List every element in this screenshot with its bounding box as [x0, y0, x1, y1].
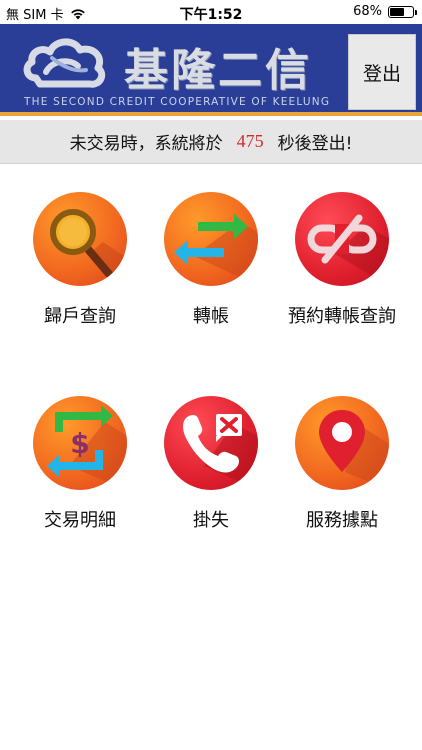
- menu-label: 預約轉帳查詢: [288, 306, 396, 327]
- battery-icon: [388, 5, 417, 18]
- menu-label: 交易明細: [44, 510, 116, 531]
- session-timeout-bar: 未交易時，系統將於 475 秒後登出!: [0, 120, 422, 164]
- status-bar: 無 SIM 卡 下午1:52 68%: [0, 0, 422, 24]
- cloud-logo-icon: [23, 38, 106, 88]
- timeout-countdown: 475: [236, 131, 264, 151]
- menu-label: 掛失: [193, 510, 229, 531]
- app-header: 基隆二信 THE SECOND CREDIT COOPERATIVE OF KE…: [0, 24, 422, 116]
- menu-label: 服務據點: [306, 510, 378, 531]
- header-accent-stripe: [0, 112, 422, 116]
- brand-subtitle: THE SECOND CREDIT COOPERATIVE OF KEELUNG: [24, 96, 331, 108]
- menu-label: 轉帳: [193, 306, 229, 327]
- menu-account-inquiry[interactable]: 歸戶查詢: [10, 192, 150, 332]
- menu-label: 歸戶查詢: [44, 306, 116, 327]
- battery-percent: 68%: [353, 4, 382, 19]
- logout-button[interactable]: 登出: [348, 34, 416, 110]
- menu-service-locations[interactable]: 服務據點: [272, 396, 412, 536]
- missed-call-icon: [183, 414, 258, 490]
- location-pin-icon: [319, 410, 389, 490]
- transfer-arrows-icon: [174, 214, 258, 286]
- menu-scheduled-transfer[interactable]: 預約轉帳查詢: [272, 192, 412, 332]
- broken-link-icon: [307, 214, 389, 286]
- timeout-suffix: 秒後登出!: [277, 134, 353, 154]
- menu-transaction-details[interactable]: $ 交易明細: [10, 396, 150, 536]
- brand-title: 基隆二信: [124, 45, 312, 96]
- timeout-prefix: 未交易時，系統將於: [69, 134, 223, 154]
- menu-transfer[interactable]: 轉帳: [141, 192, 281, 332]
- svg-text:$: $: [70, 427, 89, 460]
- magnifier-icon: [50, 209, 127, 286]
- menu-report-loss[interactable]: 掛失: [141, 396, 281, 536]
- dollar-exchange-icon: $: [47, 405, 127, 490]
